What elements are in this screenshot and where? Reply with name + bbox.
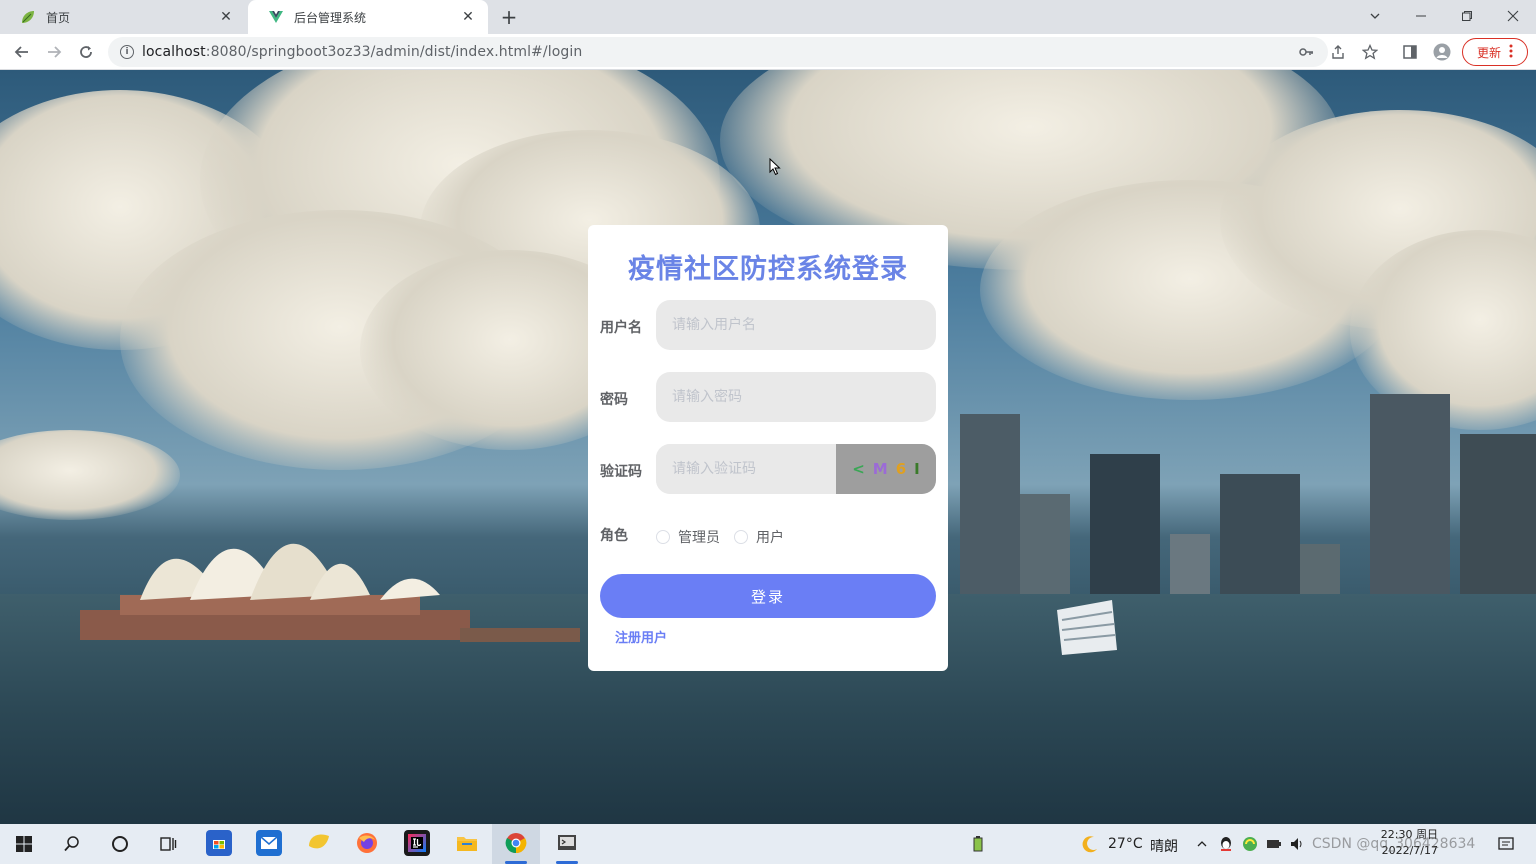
windows-start-icon[interactable] xyxy=(12,832,36,856)
task-view-icon[interactable] xyxy=(156,832,180,856)
terminal-app-icon[interactable] xyxy=(554,830,580,856)
profile-icon[interactable] xyxy=(1432,42,1452,62)
tab-home[interactable]: 首页 ✕ xyxy=(0,0,246,34)
address-bar[interactable]: i localhost:8080/springboot3oz33/admin/d… xyxy=(108,37,1328,67)
username-label: 用户名 xyxy=(600,320,642,336)
role-option-label: 管理员 xyxy=(678,530,720,546)
page-title: 疫情社区防控系统登录 xyxy=(628,254,908,285)
intellij-icon[interactable] xyxy=(404,830,430,856)
forward-arrow-icon[interactable] xyxy=(42,40,66,64)
mail-app-icon[interactable] xyxy=(256,830,282,856)
firefox-icon[interactable] xyxy=(354,830,380,856)
sync-icon[interactable] xyxy=(1238,832,1262,856)
register-link[interactable]: 注册用户 xyxy=(615,627,667,646)
captcha-char: M xyxy=(872,460,888,478)
volume-icon[interactable] xyxy=(1286,832,1310,856)
windows-taskbar: 27°C 晴朗 22:30 周日 2022/7/17 xyxy=(0,824,1536,864)
key-icon[interactable] xyxy=(1296,42,1316,62)
file-explorer-icon[interactable] xyxy=(454,830,480,856)
restore-button[interactable] xyxy=(1444,0,1490,32)
update-button[interactable]: 更新 xyxy=(1462,38,1528,66)
captcha-group: < M 6 I xyxy=(656,444,936,494)
leaf-icon xyxy=(20,9,36,25)
radio-circle xyxy=(734,530,748,544)
captcha-image[interactable]: < M 6 I xyxy=(836,444,936,494)
back-arrow-icon[interactable] xyxy=(10,40,34,64)
mouse-cursor-icon xyxy=(769,158,781,176)
tab-title: 后台管理系统 xyxy=(294,10,367,25)
cruise-ship-illustration xyxy=(1057,600,1117,655)
new-tab-button[interactable]: + xyxy=(498,5,520,29)
login-button[interactable]: 登录 xyxy=(600,574,936,618)
chevron-up-icon[interactable] xyxy=(1190,832,1214,856)
role-option-label: 用户 xyxy=(756,530,784,546)
weather-description: 晴朗 xyxy=(1150,839,1178,855)
search-icon[interactable] xyxy=(60,832,84,856)
battery-icon[interactable] xyxy=(966,832,990,856)
captcha-char: 6 xyxy=(895,460,907,478)
notes-app-icon[interactable] xyxy=(306,830,332,856)
login-card: 疫情社区防控系统登录 用户名 密码 验证码 < M 6 I 角色 管理员 用户 … xyxy=(588,225,948,671)
tab-title: 首页 xyxy=(46,10,71,25)
opera-house-illustration xyxy=(80,543,580,642)
more-vertical-icon xyxy=(1509,44,1513,61)
browser-toolbar: i localhost:8080/springboot3oz33/admin/d… xyxy=(0,34,1536,70)
side-panel-icon[interactable] xyxy=(1400,42,1420,62)
star-icon[interactable] xyxy=(1360,42,1380,62)
captcha-char: I xyxy=(914,460,920,478)
radio-circle xyxy=(656,530,670,544)
role-radio-user[interactable]: 用户 xyxy=(734,527,784,547)
chrome-icon[interactable] xyxy=(503,830,529,856)
captcha-input[interactable] xyxy=(656,444,836,494)
username-input[interactable] xyxy=(656,300,936,350)
close-window-button[interactable] xyxy=(1490,0,1536,32)
weather-temperature: 27°C xyxy=(1108,836,1143,852)
password-input[interactable] xyxy=(656,372,936,422)
cortana-icon[interactable] xyxy=(108,832,132,856)
power-plug-icon[interactable] xyxy=(1262,832,1286,856)
tab-admin[interactable]: 后台管理系统 ✕ xyxy=(248,0,488,34)
close-icon[interactable]: ✕ xyxy=(460,9,476,25)
browser-tab-strip: 首页 ✕ 后台管理系统 ✕ + xyxy=(0,0,1536,34)
url-text: localhost:8080/springboot3oz33/admin/dis… xyxy=(142,44,583,60)
update-label: 更新 xyxy=(1476,45,1501,60)
captcha-label: 验证码 xyxy=(600,464,642,480)
role-label: 角色 xyxy=(600,528,628,544)
qq-icon[interactable] xyxy=(1214,832,1238,856)
info-icon[interactable]: i xyxy=(120,45,134,59)
chevron-down-icon[interactable] xyxy=(1352,0,1398,32)
notification-icon[interactable] xyxy=(1494,832,1518,856)
vue-icon xyxy=(268,9,284,25)
minimize-button[interactable] xyxy=(1398,0,1444,32)
captcha-char: < xyxy=(852,460,865,478)
moon-icon xyxy=(1078,832,1102,856)
reload-icon[interactable] xyxy=(74,40,98,64)
password-label: 密码 xyxy=(600,392,628,408)
share-icon[interactable] xyxy=(1328,42,1348,62)
csdn-watermark: CSDN @qq_306428634 xyxy=(1312,836,1476,852)
role-radio-admin[interactable]: 管理员 xyxy=(656,527,720,547)
store-app-icon[interactable] xyxy=(206,830,232,856)
close-icon[interactable]: ✕ xyxy=(218,9,234,25)
